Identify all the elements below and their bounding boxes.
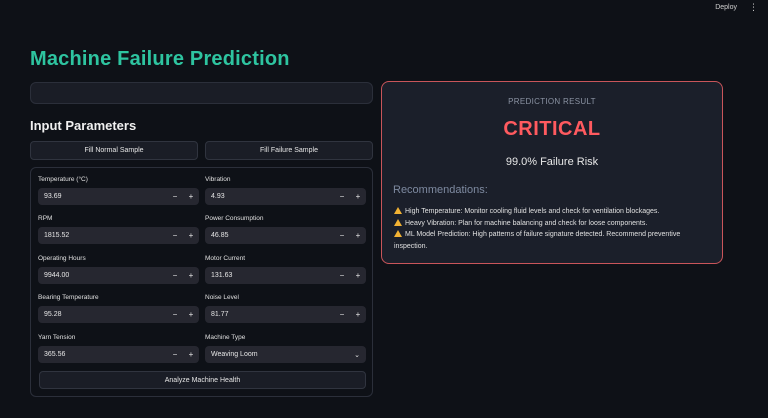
motor-current-input[interactable]: 131.63 − + (205, 267, 366, 284)
analyze-machine-health-button[interactable]: Analyze Machine Health (39, 371, 366, 389)
yarn-tension-input[interactable]: 365.56 − + (38, 346, 199, 363)
fill-normal-sample-button[interactable]: Fill Normal Sample (30, 141, 198, 160)
recommendation-text: High Temperature: Monitor cooling fluid … (405, 208, 660, 215)
power-consumption-decrement-button[interactable]: − (334, 231, 350, 240)
operating-hours-input[interactable]: 9944.00 − + (38, 267, 199, 284)
bearing-temperature-label: Bearing Temperature (38, 294, 99, 301)
vibration-input[interactable]: 4.93 − + (205, 188, 366, 205)
vibration-increment-button[interactable]: + (350, 192, 366, 201)
page-title: Machine Failure Prediction (30, 48, 290, 70)
warning-icon (394, 230, 402, 237)
noise-level-value[interactable]: 81.77 (205, 311, 334, 318)
top-bar: Deploy ⋮ (0, 0, 768, 14)
list-item: ML Model Prediction: High patterns of fa… (394, 229, 694, 252)
prediction-status: CRITICAL (503, 118, 601, 140)
warning-icon (394, 218, 402, 226)
chevron-down-icon[interactable]: ⌄ (354, 351, 360, 359)
temperature-label: Temperature (°C) (38, 176, 88, 183)
temperature-value[interactable]: 93.69 (38, 193, 167, 200)
operating-hours-value[interactable]: 9944.00 (38, 272, 167, 279)
rpm-value[interactable]: 1815.52 (38, 232, 167, 239)
operating-hours-label: Operating Hours (38, 255, 86, 262)
fill-failure-sample-button[interactable]: Fill Failure Sample (205, 141, 373, 160)
noise-level-decrement-button[interactable]: − (334, 310, 350, 319)
recommendations-heading: Recommendations: (393, 184, 488, 196)
prediction-result-card: PREDICTION RESULT CRITICAL 99.0% Failure… (381, 81, 723, 264)
rpm-label: RPM (38, 215, 53, 222)
temperature-input[interactable]: 93.69 − + (38, 188, 199, 205)
main-menu-icon[interactable]: ⋮ (749, 2, 758, 12)
power-consumption-input[interactable]: 46.85 − + (205, 227, 366, 244)
machine-type-label: Machine Type (205, 334, 246, 341)
yarn-tension-label: Yarn Tension (38, 334, 76, 341)
recommendations-list: High Temperature: Monitor cooling fluid … (394, 206, 694, 252)
list-item: High Temperature: Monitor cooling fluid … (394, 206, 694, 218)
input-form: Temperature (°C) 93.69 − + Vibration 4.9… (30, 167, 373, 397)
machine-type-value: Weaving Loom (211, 351, 258, 358)
motor-current-label: Motor Current (205, 255, 246, 262)
noise-level-label: Noise Level (205, 294, 239, 301)
noise-level-increment-button[interactable]: + (350, 310, 366, 319)
power-consumption-value[interactable]: 46.85 (205, 232, 334, 239)
operating-hours-decrement-button[interactable]: − (167, 271, 183, 280)
operating-hours-increment-button[interactable]: + (183, 271, 199, 280)
motor-current-decrement-button[interactable]: − (334, 271, 350, 280)
list-item: Heavy Vibration: Plan for machine balanc… (394, 218, 694, 230)
vibration-value[interactable]: 4.93 (205, 193, 334, 200)
temperature-decrement-button[interactable]: − (167, 192, 183, 201)
rpm-input[interactable]: 1815.52 − + (38, 227, 199, 244)
rpm-increment-button[interactable]: + (183, 231, 199, 240)
failure-risk-text: 99.0% Failure Risk (505, 156, 599, 168)
bearing-temperature-decrement-button[interactable]: − (167, 310, 183, 319)
bearing-temperature-increment-button[interactable]: + (183, 310, 199, 319)
prediction-result-heading: PREDICTION RESULT (508, 97, 596, 106)
yarn-tension-increment-button[interactable]: + (183, 350, 199, 359)
input-parameters-heading: Input Parameters (30, 118, 137, 133)
noise-level-input[interactable]: 81.77 − + (205, 306, 366, 323)
power-consumption-increment-button[interactable]: + (350, 231, 366, 240)
yarn-tension-decrement-button[interactable]: − (167, 350, 183, 359)
recommendation-text: ML Model Prediction: High patterns of fa… (394, 231, 681, 250)
status-box (30, 82, 373, 104)
temperature-increment-button[interactable]: + (183, 192, 199, 201)
machine-type-select[interactable]: Weaving Loom ⌄ (205, 346, 366, 363)
bearing-temperature-value[interactable]: 95.28 (38, 311, 167, 318)
vibration-decrement-button[interactable]: − (334, 192, 350, 201)
yarn-tension-value[interactable]: 365.56 (38, 351, 167, 358)
power-consumption-label: Power Consumption (205, 215, 264, 222)
warning-icon (394, 207, 402, 214)
rpm-decrement-button[interactable]: − (167, 231, 183, 240)
deploy-button[interactable]: Deploy (715, 4, 737, 11)
vibration-label: Vibration (205, 176, 231, 183)
recommendation-text: Heavy Vibration: Plan for machine balanc… (405, 219, 648, 227)
bearing-temperature-input[interactable]: 95.28 − + (38, 306, 199, 323)
motor-current-value[interactable]: 131.63 (205, 272, 334, 279)
motor-current-increment-button[interactable]: + (350, 271, 366, 280)
